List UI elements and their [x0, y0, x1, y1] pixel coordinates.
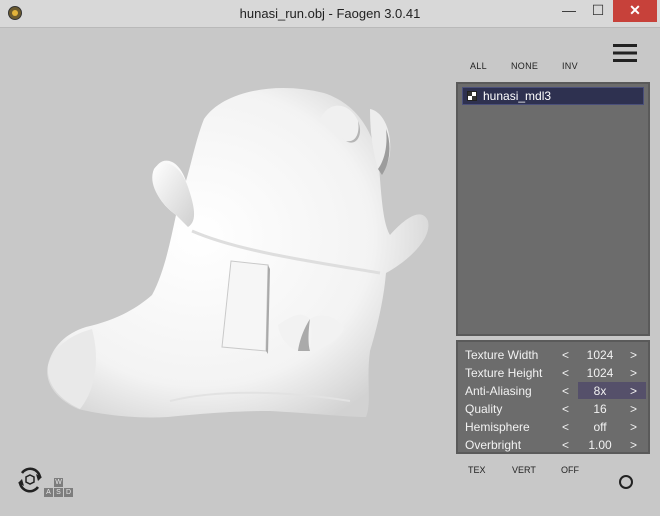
setting-label: Hemisphere [465, 420, 530, 434]
camera-orbit-icon[interactable] [16, 465, 44, 495]
setting-label: Overbright [465, 438, 522, 452]
value-anti-aliasing: 8x [593, 384, 607, 398]
setting-hemisphere: Hemisphere < off > [458, 418, 648, 436]
view-off-button[interactable]: OFF [561, 465, 579, 475]
setting-label: Texture Height [465, 366, 543, 380]
setting-anti-aliasing: Anti-Aliasing < 8x > [458, 382, 648, 400]
value-texture-width: 1024 [586, 348, 614, 362]
increment-anti-aliasing[interactable]: > [630, 384, 637, 398]
select-none-button[interactable]: NONE [511, 61, 538, 71]
setting-label: Anti-Aliasing [465, 384, 532, 398]
increment-texture-width[interactable]: > [630, 348, 637, 362]
setting-label: Quality [465, 402, 503, 416]
setting-overbright: Overbright < 1.00 > [458, 436, 648, 454]
value-texture-height: 1024 [586, 366, 614, 380]
decrement-hemisphere[interactable]: < [562, 420, 569, 434]
minimize-button[interactable]: — [555, 0, 583, 22]
mesh-list-panel[interactable]: hunasi_mdl3 [456, 82, 650, 336]
increment-hemisphere[interactable]: > [630, 420, 637, 434]
increment-quality[interactable]: > [630, 402, 637, 416]
increment-overbright[interactable]: > [630, 438, 637, 452]
decrement-quality[interactable]: < [562, 402, 569, 416]
setting-texture-width: Texture Width < 1024 > [458, 346, 648, 364]
app-window: hunasi_run.obj - Faogen 3.0.41 — ☐ ✕ ALL… [0, 0, 660, 516]
status-indicator-icon[interactable] [619, 475, 633, 489]
select-all-button[interactable]: ALL [470, 61, 487, 71]
select-invert-button[interactable]: INV [562, 61, 578, 71]
3d-viewport[interactable] [8, 29, 455, 508]
mesh-checkbox[interactable] [467, 91, 477, 101]
mesh-name: hunasi_mdl3 [483, 89, 552, 103]
key-d: D [64, 488, 73, 497]
value-quality: 16 [593, 402, 607, 416]
key-s: S [54, 488, 63, 497]
decrement-overbright[interactable]: < [562, 438, 569, 452]
value-overbright: 1.00 [588, 438, 612, 452]
setting-quality: Quality < 16 > [458, 400, 648, 418]
maximize-button[interactable]: ☐ [584, 0, 612, 22]
increment-texture-height[interactable]: > [630, 366, 637, 380]
decrement-texture-width[interactable]: < [562, 348, 569, 362]
setting-texture-height: Texture Height < 1024 > [458, 364, 648, 382]
hamburger-menu-icon[interactable] [613, 43, 637, 63]
value-hemisphere: off [593, 420, 607, 434]
settings-panel: Texture Width < 1024 > Texture Height < … [456, 340, 650, 454]
key-w: W [54, 478, 63, 487]
mesh-list-item[interactable]: hunasi_mdl3 [462, 87, 644, 105]
setting-label: Texture Width [465, 348, 539, 362]
view-vert-button[interactable]: VERT [512, 465, 536, 475]
view-tex-button[interactable]: TEX [468, 465, 486, 475]
title-bar: hunasi_run.obj - Faogen 3.0.41 — ☐ ✕ [0, 0, 660, 28]
decrement-texture-height[interactable]: < [562, 366, 569, 380]
3d-model-render [47, 88, 429, 418]
decrement-anti-aliasing[interactable]: < [562, 384, 569, 398]
close-button[interactable]: ✕ [613, 0, 657, 22]
key-a: A [44, 488, 53, 497]
